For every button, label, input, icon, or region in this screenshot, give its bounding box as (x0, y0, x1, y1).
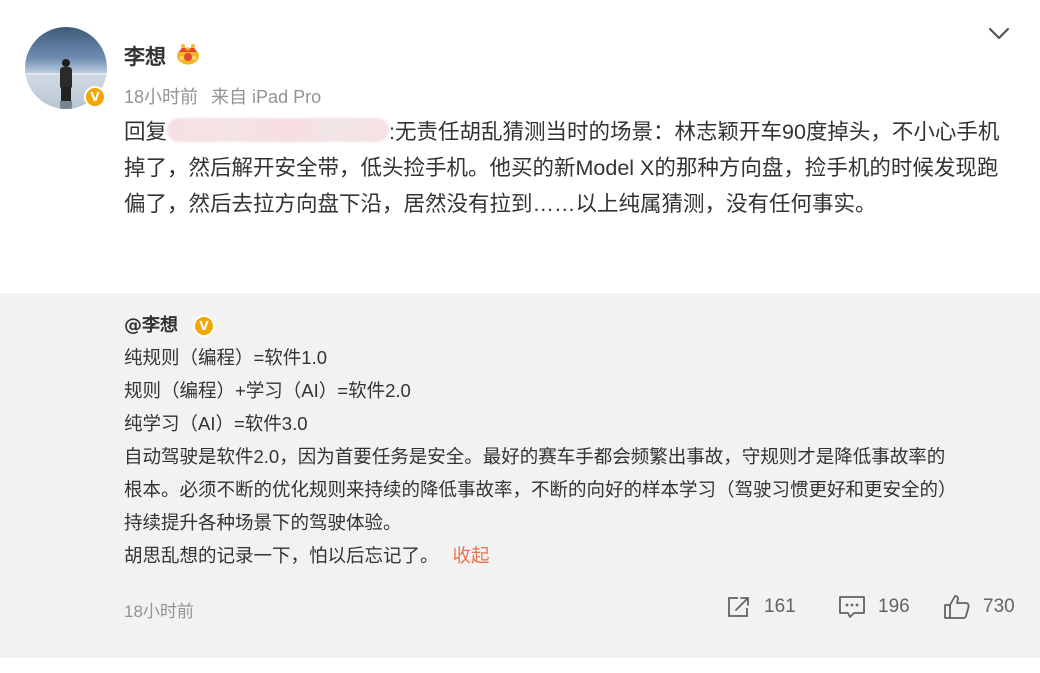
verified-badge-icon: V (193, 315, 215, 337)
post-time[interactable]: 18小时前 (124, 87, 198, 107)
bottom-spacer (0, 658, 1040, 673)
avatar-figure-body (60, 67, 72, 89)
repost-count: 161 (764, 596, 796, 617)
collapse-link[interactable]: 收起 (453, 545, 490, 566)
reply-content: 回复:无责任胡乱猜测当时的场景：林志颖开车90度掉头，不小心手机掉了，然后解开安… (124, 114, 1014, 222)
chevron-down-icon[interactable] (986, 24, 1012, 44)
retweet-line: 纯规则（编程）=软件1.0 (124, 347, 328, 368)
avatar-figure-reflection (60, 101, 72, 109)
avatar-figure-legs (61, 87, 71, 101)
retweet-author[interactable]: @李想 (124, 311, 178, 337)
post-source: 来自 iPad Pro (211, 87, 322, 107)
retweet-content: 纯规则（编程）=软件1.0 规则（编程）+学习（AI）=软件2.0 纯学习（AI… (124, 341, 1024, 572)
like-count: 730 (983, 596, 1015, 617)
retweet-line: 自动驾驶是软件2.0，因为首要任务是安全。最好的赛车手都会频繁出事故，守规则才是… (124, 446, 946, 467)
crown-icon (177, 44, 199, 65)
repost-icon (728, 597, 749, 617)
retweet-line: 持续提升各种场景下的驾驶体验。 (124, 512, 402, 533)
weibo-post: V 李想 18小时前 来自 iPad Pro 回复:无责任胡乱猜测当时的场景：林… (0, 0, 1040, 673)
retweet-line: 纯学习（AI）=软件3.0 (124, 413, 308, 434)
comment-icon (839, 596, 865, 618)
retweet-card: @李想 V 纯规则（编程）=软件1.0 规则（编程）+学习（AI）=软件2.0 … (0, 293, 1040, 658)
repost-button[interactable]: 161 (726, 591, 796, 623)
retweet-last-line: 胡思乱想的记录一下，怕以后忘记了。 收起 (124, 539, 1024, 572)
redacted-username (167, 118, 390, 142)
verified-badge-icon: V (84, 86, 106, 108)
retweet-line: 规则（编程）+学习（AI）=软件2.0 (124, 380, 411, 401)
reply-prefix: 回复 (124, 120, 168, 144)
post-meta: 18小时前 来自 iPad Pro (124, 83, 329, 109)
thumbs-up-icon (944, 595, 970, 619)
comment-count: 196 (878, 596, 910, 617)
retweet-line: 胡思乱想的记录一下，怕以后忘记了。 (124, 545, 439, 566)
avatar-figure-head (62, 59, 70, 67)
comment-button[interactable]: 196 (838, 591, 910, 623)
retweet-time[interactable]: 18小时前 (124, 597, 194, 622)
retweet-line: 根本。必须不断的优化规则来持续的降低事故率，不断的向好的样本学习（驾驶习惯更好和… (124, 479, 957, 500)
like-button[interactable]: 730 (943, 591, 1015, 623)
author-name[interactable]: 李想 (124, 41, 166, 71)
